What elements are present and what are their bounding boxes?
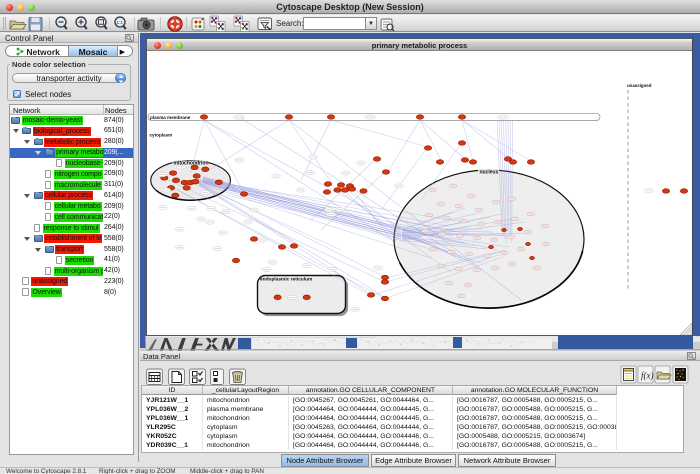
svg-text:nucleus: nucleus (480, 170, 499, 176)
svg-text:1:1: 1:1 (117, 20, 124, 25)
svg-text:f(x): f(x) (641, 371, 654, 381)
svg-text:endoplasmic reticulum: endoplasmic reticulum (260, 277, 312, 283)
svg-text:cytoplasm: cytoplasm (150, 133, 173, 138)
svg-text:plasma membrane: plasma membrane (150, 115, 191, 120)
svg-text:unassigned: unassigned (627, 83, 652, 88)
